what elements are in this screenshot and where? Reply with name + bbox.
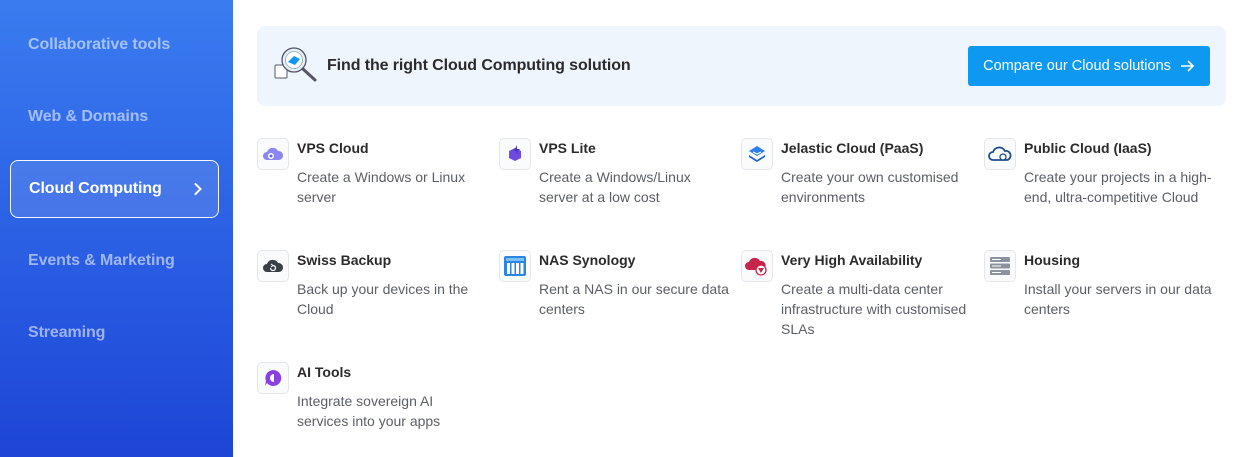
magnifier-cloud-icon	[274, 47, 317, 82]
button-label: Compare our Cloud solutions	[983, 58, 1171, 74]
product-card-vps-lite[interactable]: VPS Lite Create a Windows/Linux server a…	[499, 138, 729, 228]
product-card-swiss-backup[interactable]: Swiss Backup Back up your devices in the…	[257, 250, 487, 340]
product-card-nas-synology[interactable]: NAS Synology Rent a NAS in our secure da…	[499, 250, 729, 340]
product-title: Very High Availability	[781, 252, 923, 268]
product-card-public-cloud[interactable]: Public Cloud (IaaS) Create your projects…	[984, 138, 1214, 228]
nas-icon	[499, 250, 531, 282]
sidebar-item-events-marketing[interactable]: Events & Marketing	[10, 232, 219, 290]
product-card-ai-tools[interactable]: AI Tools Integrate sovereign AI services…	[257, 362, 487, 432]
product-card-jelastic-cloud[interactable]: Jelastic Cloud (PaaS) Create your own cu…	[741, 138, 971, 228]
sidebar-item-label: Events & Marketing	[28, 252, 175, 269]
product-title: Housing	[1024, 252, 1080, 268]
backup-icon	[257, 250, 289, 282]
chevron-right-icon	[189, 182, 202, 196]
sidebar-item-streaming[interactable]: Streaming	[10, 304, 219, 362]
public-cloud-icon	[984, 138, 1016, 170]
product-title: NAS Synology	[539, 252, 636, 268]
product-description: Create a Windows/Linux server at a low c…	[539, 169, 691, 205]
product-title: Swiss Backup	[297, 252, 392, 268]
sidebar-item-label: Web & Domains	[28, 108, 149, 125]
product-card-very-high-availability[interactable]: Very High Availability Create a multi-da…	[741, 250, 971, 340]
ai-tools-icon	[257, 362, 289, 394]
product-card-housing[interactable]: Housing Install your servers in our data…	[984, 250, 1214, 340]
banner-title: Find the right Cloud Computing solution	[327, 57, 631, 74]
jelastic-icon	[741, 138, 773, 170]
product-description: Install your servers in our data centers	[1024, 281, 1212, 317]
sidebar-item-cloud-computing[interactable]: Cloud Computing	[10, 160, 219, 218]
product-description: Create your projects in a high-end, ultr…	[1024, 169, 1212, 205]
sidebar-item-label: Cloud Computing	[29, 180, 162, 197]
high-availability-icon	[741, 250, 773, 282]
product-description: Rent a NAS in our secure data centers	[539, 281, 729, 317]
sidebar-item-label: Streaming	[28, 324, 106, 341]
sidebar: Collaborative tools Web & Domains Cloud …	[0, 0, 233, 457]
sidebar-item-collaborative-tools[interactable]: Collaborative tools	[10, 16, 219, 74]
product-title: VPS Cloud	[297, 140, 369, 156]
sidebar-item-label: Collaborative tools	[28, 36, 171, 53]
product-description: Create a Windows or Linux server	[297, 169, 466, 205]
product-title: Public Cloud (IaaS)	[1024, 140, 1152, 156]
sidebar-item-web-domains[interactable]: Web & Domains	[10, 88, 219, 146]
product-description: Create a multi-data center infrastructur…	[781, 281, 967, 337]
product-title: Jelastic Cloud (PaaS)	[781, 140, 924, 156]
product-card-vps-cloud[interactable]: VPS Cloud Create a Windows or Linux serv…	[257, 138, 487, 228]
server-rack-icon	[984, 250, 1016, 282]
product-description: Integrate sovereign AI services into you…	[297, 393, 441, 429]
compare-cloud-solutions-button[interactable]: Compare our Cloud solutions	[968, 46, 1210, 86]
product-title: VPS Lite	[539, 140, 596, 156]
product-description: Create your own customised environments	[781, 169, 959, 205]
solution-finder-banner: Find the right Cloud Computing solution …	[257, 26, 1226, 106]
vps-cloud-icon	[257, 138, 289, 170]
arrow-right-icon	[1180, 60, 1195, 72]
vps-lite-icon	[499, 138, 531, 170]
product-description: Back up your devices in the Cloud	[297, 281, 469, 317]
product-title: AI Tools	[297, 364, 352, 380]
